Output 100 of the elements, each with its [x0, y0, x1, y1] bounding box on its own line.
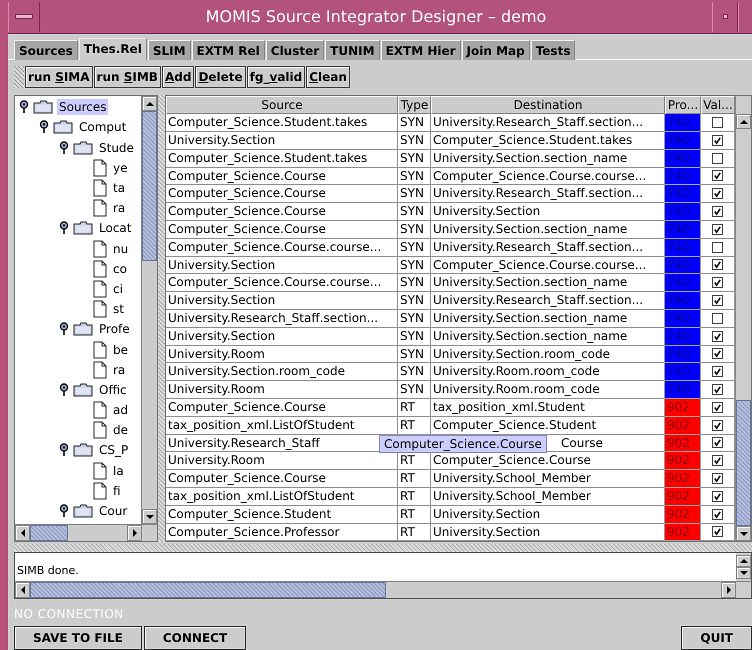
action-button[interactable]: QUIT [681, 626, 752, 650]
tree-node[interactable]: Cour [97, 503, 130, 520]
tree-node[interactable]: Profe [97, 321, 132, 338]
tab[interactable]: SLIM [148, 40, 191, 60]
checkbox[interactable] [712, 420, 723, 431]
checkbox[interactable] [712, 366, 723, 378]
folder-icon [73, 221, 93, 236]
tab[interactable]: EXTM Rel [192, 40, 265, 60]
scroll-left-button[interactable] [15, 525, 30, 542]
expand-handle-icon[interactable] [59, 322, 69, 336]
expand-handle-icon[interactable] [59, 382, 69, 397]
column-header[interactable]: Source [166, 96, 398, 114]
tree-node[interactable]: ci [111, 280, 125, 297]
expand-handle-icon[interactable] [19, 100, 29, 114]
column-header[interactable]: Val... [701, 96, 735, 114]
tree-node[interactable]: Comput [77, 119, 128, 136]
column-header[interactable]: Type [398, 96, 431, 114]
checkbox[interactable] [712, 473, 723, 484]
checkbox[interactable] [712, 206, 723, 218]
tree-node[interactable]: ra [111, 362, 128, 378]
toolbar-button[interactable]: run SIMA [25, 66, 93, 88]
tree-node[interactable]: Offic [97, 382, 129, 398]
scroll-thumb[interactable] [142, 111, 158, 262]
checkbox[interactable] [712, 188, 723, 200]
tree-node[interactable]: fi [111, 482, 123, 499]
toolbar-button[interactable]: run SIMB [94, 66, 161, 88]
checkbox[interactable] [712, 455, 723, 466]
checkbox[interactable] [712, 295, 723, 306]
checkbox[interactable] [712, 402, 723, 413]
split-handle[interactable] [14, 544, 752, 552]
checkbox[interactable] [712, 224, 723, 235]
column-header[interactable]: Pro... [665, 96, 701, 114]
action-button[interactable]: SAVE TO FILE [14, 626, 142, 650]
tab[interactable]: Join Map [462, 40, 530, 60]
minimize-button[interactable] [712, 2, 738, 32]
checkbox[interactable] [712, 508, 723, 520]
toolbar-grip[interactable] [14, 66, 24, 88]
document-icon [93, 462, 107, 480]
expand-handle-icon[interactable] [59, 221, 69, 236]
tree-node[interactable]: st [111, 301, 126, 318]
scroll-thumb[interactable] [736, 400, 751, 526]
toolbar-button[interactable]: Clean [306, 66, 350, 88]
scroll-down-button[interactable] [736, 566, 751, 579]
checkbox[interactable] [712, 490, 723, 502]
tab[interactable]: TUNIM [325, 40, 380, 60]
scroll-up-button[interactable] [736, 554, 751, 567]
toolbar-button[interactable]: Add [162, 66, 194, 88]
tab[interactable]: Thes.Rel [78, 38, 147, 60]
checkbox[interactable] [712, 259, 723, 270]
tab[interactable]: EXTM Hier [380, 40, 461, 60]
tab[interactable]: Sources [14, 40, 78, 60]
checkbox[interactable] [712, 117, 723, 128]
scroll-left-button[interactable] [15, 582, 30, 598]
tree-node[interactable]: CS_P [97, 442, 130, 458]
tree-node[interactable]: la [111, 462, 126, 479]
checkbox[interactable] [712, 526, 723, 538]
tree-node[interactable]: Locat [97, 220, 134, 236]
toolbar-button[interactable]: Delete [195, 66, 246, 88]
document-icon [93, 280, 107, 298]
tree-node[interactable]: ra [111, 200, 128, 216]
tab[interactable]: Tests [530, 40, 576, 60]
checkbox[interactable] [712, 242, 723, 253]
checkbox[interactable] [712, 170, 723, 182]
scroll-down-button[interactable] [736, 526, 751, 542]
expand-handle-icon[interactable] [39, 120, 49, 134]
tree-node[interactable]: ye [111, 160, 130, 176]
tree-node[interactable]: nu [111, 240, 130, 257]
tree-node[interactable]: de [111, 422, 130, 438]
checkbox[interactable] [712, 277, 723, 288]
checkbox[interactable] [712, 134, 723, 146]
tree-node[interactable]: ad [111, 402, 130, 418]
scroll-down-button[interactable] [142, 509, 158, 524]
scroll-up-button[interactable] [736, 114, 751, 130]
tree-node[interactable]: co [111, 260, 129, 277]
split-handle[interactable] [158, 95, 165, 542]
score-cell: 902 [665, 524, 701, 542]
tab[interactable]: Cluster [266, 40, 324, 60]
expand-handle-icon[interactable] [59, 140, 69, 155]
scroll-thumb[interactable] [30, 525, 68, 542]
expand-handle-icon[interactable] [59, 504, 69, 518]
expand-handle-icon[interactable] [59, 443, 69, 458]
action-button[interactable]: CONNECT [144, 626, 246, 650]
tree-node[interactable]: Sources [57, 99, 108, 116]
column-header[interactable]: Destination [431, 96, 665, 114]
checkbox[interactable] [712, 437, 723, 448]
checkbox[interactable] [712, 348, 723, 360]
checkbox[interactable] [712, 152, 723, 164]
scroll-right-button[interactable] [127, 525, 142, 542]
checkbox[interactable] [712, 312, 723, 324]
tree-node[interactable]: be [111, 342, 130, 358]
window-menu-button[interactable] [8, 2, 40, 32]
tree-node[interactable]: ta [111, 180, 128, 196]
score-cell: 740 [665, 381, 701, 399]
scroll-right-button[interactable] [721, 582, 736, 598]
tree-node[interactable]: Stude [97, 140, 136, 156]
checkbox[interactable] [712, 384, 723, 396]
toolbar-button[interactable]: fg_valid [246, 66, 306, 88]
checkbox[interactable] [712, 330, 723, 342]
scroll-up-button[interactable] [142, 96, 158, 112]
scroll-thumb[interactable] [30, 582, 386, 598]
